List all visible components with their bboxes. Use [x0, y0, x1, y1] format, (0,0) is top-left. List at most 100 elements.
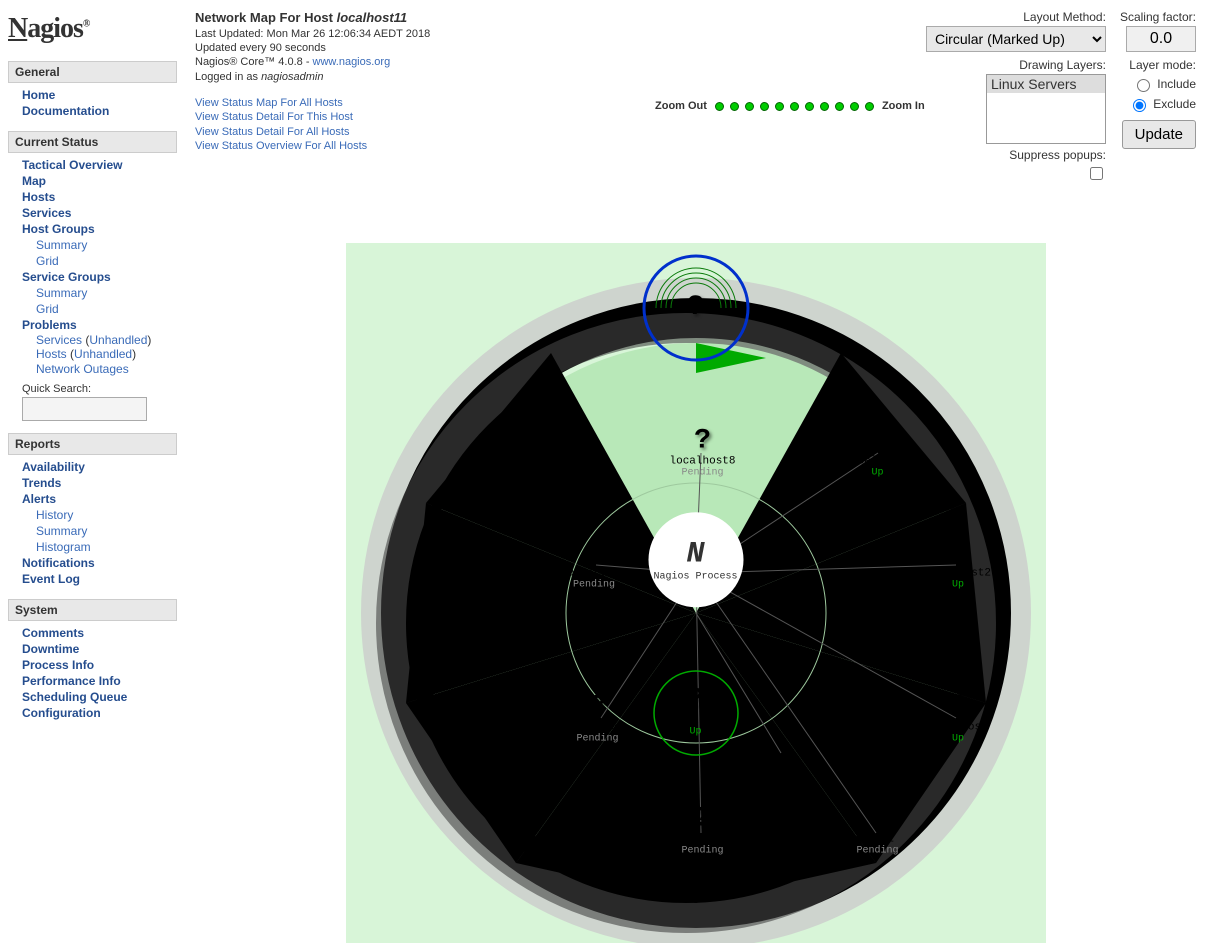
layout-method-select[interactable]: Circular (Marked Up) [926, 26, 1106, 52]
question-icon: ? [844, 428, 910, 456]
layer-option-linux[interactable]: Linux Servers [987, 75, 1105, 93]
host-node-localhost1[interactable]: ?localhost1Up [844, 428, 910, 479]
nav-prob-services[interactable]: Services (Unhandled) [22, 333, 173, 347]
host-node-t5[interactable]: ?t5Pending [681, 806, 723, 857]
nav-comments[interactable]: Comments [22, 625, 173, 641]
nav-documentation[interactable]: Documentation [22, 103, 173, 119]
zoom-level-dot[interactable] [805, 102, 814, 111]
exclude-label: Exclude [1153, 97, 1196, 111]
scaling-factor-input[interactable] [1126, 26, 1196, 52]
zoom-level-dot[interactable] [850, 102, 859, 111]
zoom-level-dot[interactable] [730, 102, 739, 111]
core-version: Nagios® Core™ 4.0.8 - www.nagios.org [195, 55, 430, 69]
nav-sg-grid[interactable]: Grid [22, 301, 173, 317]
nav-configuration[interactable]: Configuration [22, 705, 173, 721]
zoom-level-dot[interactable] [775, 102, 784, 111]
host-label: localhost1 [844, 456, 910, 468]
drawing-layers-label: Drawing Layers: [1019, 58, 1106, 72]
zoom-level-dot[interactable] [835, 102, 844, 111]
drawing-layers-select[interactable]: Linux Servers [986, 74, 1106, 144]
link-status-detail-all[interactable]: View Status Detail For All Hosts [195, 126, 349, 138]
host-label: localhost8 [669, 456, 735, 468]
nav-hg-grid[interactable]: Grid [22, 253, 173, 269]
nav-network-outages[interactable]: Network Outages [22, 361, 173, 377]
host-status: Pending [561, 580, 627, 591]
zoom-out-label: Zoom Out [655, 100, 707, 112]
nagios-org-link[interactable]: www.nagios.org [313, 56, 391, 68]
map-root-node[interactable]: ? [687, 294, 704, 322]
zoom-level-dot[interactable] [790, 102, 799, 111]
host-status: Pending [669, 468, 735, 479]
controls-panel: Layout Method: Circular (Marked Up) Draw… [926, 10, 1196, 183]
update-interval: Updated every 90 seconds [195, 41, 430, 55]
page-title: Network Map For Host localhost11 [195, 10, 430, 27]
host-node-localhost[interactable]: ?localhostUp [928, 694, 987, 745]
layer-mode-exclude-radio[interactable] [1133, 99, 1146, 112]
zoom-dots [715, 102, 874, 111]
nav-notifications[interactable]: Notifications [22, 555, 173, 571]
nav-performance-info[interactable]: Performance Info [22, 673, 173, 689]
host-node-localhost8[interactable]: ?localhost8Pending [669, 428, 735, 479]
quick-search-input[interactable] [22, 397, 147, 421]
host-status: Pending [681, 846, 723, 857]
link-status-detail-this[interactable]: View Status Detail For This Host [195, 111, 353, 123]
nav-alerts-summary[interactable]: Summary [22, 523, 173, 539]
link-status-map-all[interactable]: View Status Map For All Hosts [195, 97, 343, 109]
nav-map[interactable]: Map [22, 173, 173, 189]
nav-alerts-history[interactable]: History [22, 507, 173, 523]
host-node-localhost7[interactable]: ?localhost7Pending [561, 540, 627, 591]
host-node-localhost2[interactable]: ?localhost2Up [925, 540, 991, 591]
nav-hosts[interactable]: Hosts [22, 189, 173, 205]
nav-alerts-histogram[interactable]: Histogram [22, 539, 173, 555]
link-status-overview-all[interactable]: View Status Overview For All Hosts [195, 140, 367, 152]
question-icon: ? [561, 540, 627, 568]
zoom-level-dot[interactable] [760, 102, 769, 111]
nav-scheduling-queue[interactable]: Scheduling Queue [22, 689, 173, 705]
nav-host-groups[interactable]: Host Groups [22, 221, 173, 237]
update-button[interactable]: Update [1122, 120, 1196, 149]
zoom-level-dot[interactable] [820, 102, 829, 111]
nav-prob-hosts[interactable]: Hosts (Unhandled) [22, 347, 173, 361]
nagios-process-node[interactable]: N Nagios Process [648, 512, 743, 607]
section-reports: Reports [8, 433, 177, 455]
host-status: Pending [576, 734, 618, 745]
network-map[interactable]: ? N Nagios Process ? localhost Up ?local… [346, 243, 1046, 943]
suppress-popups-checkbox[interactable] [1090, 167, 1103, 180]
zoom-in-label: Zoom In [882, 100, 925, 112]
zoom-bar: Zoom Out Zoom In [655, 100, 925, 112]
nav-sg-summary[interactable]: Summary [22, 285, 173, 301]
zoom-level-dot[interactable] [715, 102, 724, 111]
nav-process-info[interactable]: Process Info [22, 657, 173, 673]
host-label: local [856, 834, 898, 846]
nav-trends[interactable]: Trends [22, 475, 173, 491]
nav-home[interactable]: Home [22, 87, 173, 103]
section-system: System [8, 599, 177, 621]
nav-service-groups[interactable]: Service Groups [22, 269, 173, 285]
host-status: Up [844, 468, 910, 479]
question-icon: ? [687, 294, 704, 322]
nav-services[interactable]: Services [22, 205, 173, 221]
nav-alerts[interactable]: Alerts [22, 491, 173, 507]
zoom-level-dot[interactable] [745, 102, 754, 111]
layer-mode-include-radio[interactable] [1137, 79, 1150, 92]
layout-method-label: Layout Method: [1023, 10, 1106, 24]
include-label: Include [1157, 77, 1196, 91]
host-node-localhost[interactable]: ? localhost Up [666, 687, 725, 738]
zoom-level-dot[interactable] [865, 102, 874, 111]
host-status: Pending [856, 846, 898, 857]
section-general: General [8, 61, 177, 83]
nav-availability[interactable]: Availability [22, 459, 173, 475]
last-updated: Last Updated: Mon Mar 26 12:06:34 AEDT 2… [195, 27, 430, 41]
nav-event-log[interactable]: Event Log [22, 571, 173, 587]
nav-tactical-overview[interactable]: Tactical Overview [22, 157, 173, 173]
host-label: t5 [681, 834, 723, 846]
nav-hg-summary[interactable]: Summary [22, 237, 173, 253]
suppress-popups-label: Suppress popups: [1009, 148, 1106, 162]
host-node-lhost6[interactable]: ?lhost6Pending [576, 694, 618, 745]
nav-problems[interactable]: Problems [22, 317, 173, 333]
question-icon: ? [925, 540, 991, 568]
host-node-local[interactable]: ?localPending [856, 806, 898, 857]
section-current-status: Current Status [8, 131, 177, 153]
quick-search-label: Quick Search: [22, 377, 173, 397]
nav-downtime[interactable]: Downtime [22, 641, 173, 657]
